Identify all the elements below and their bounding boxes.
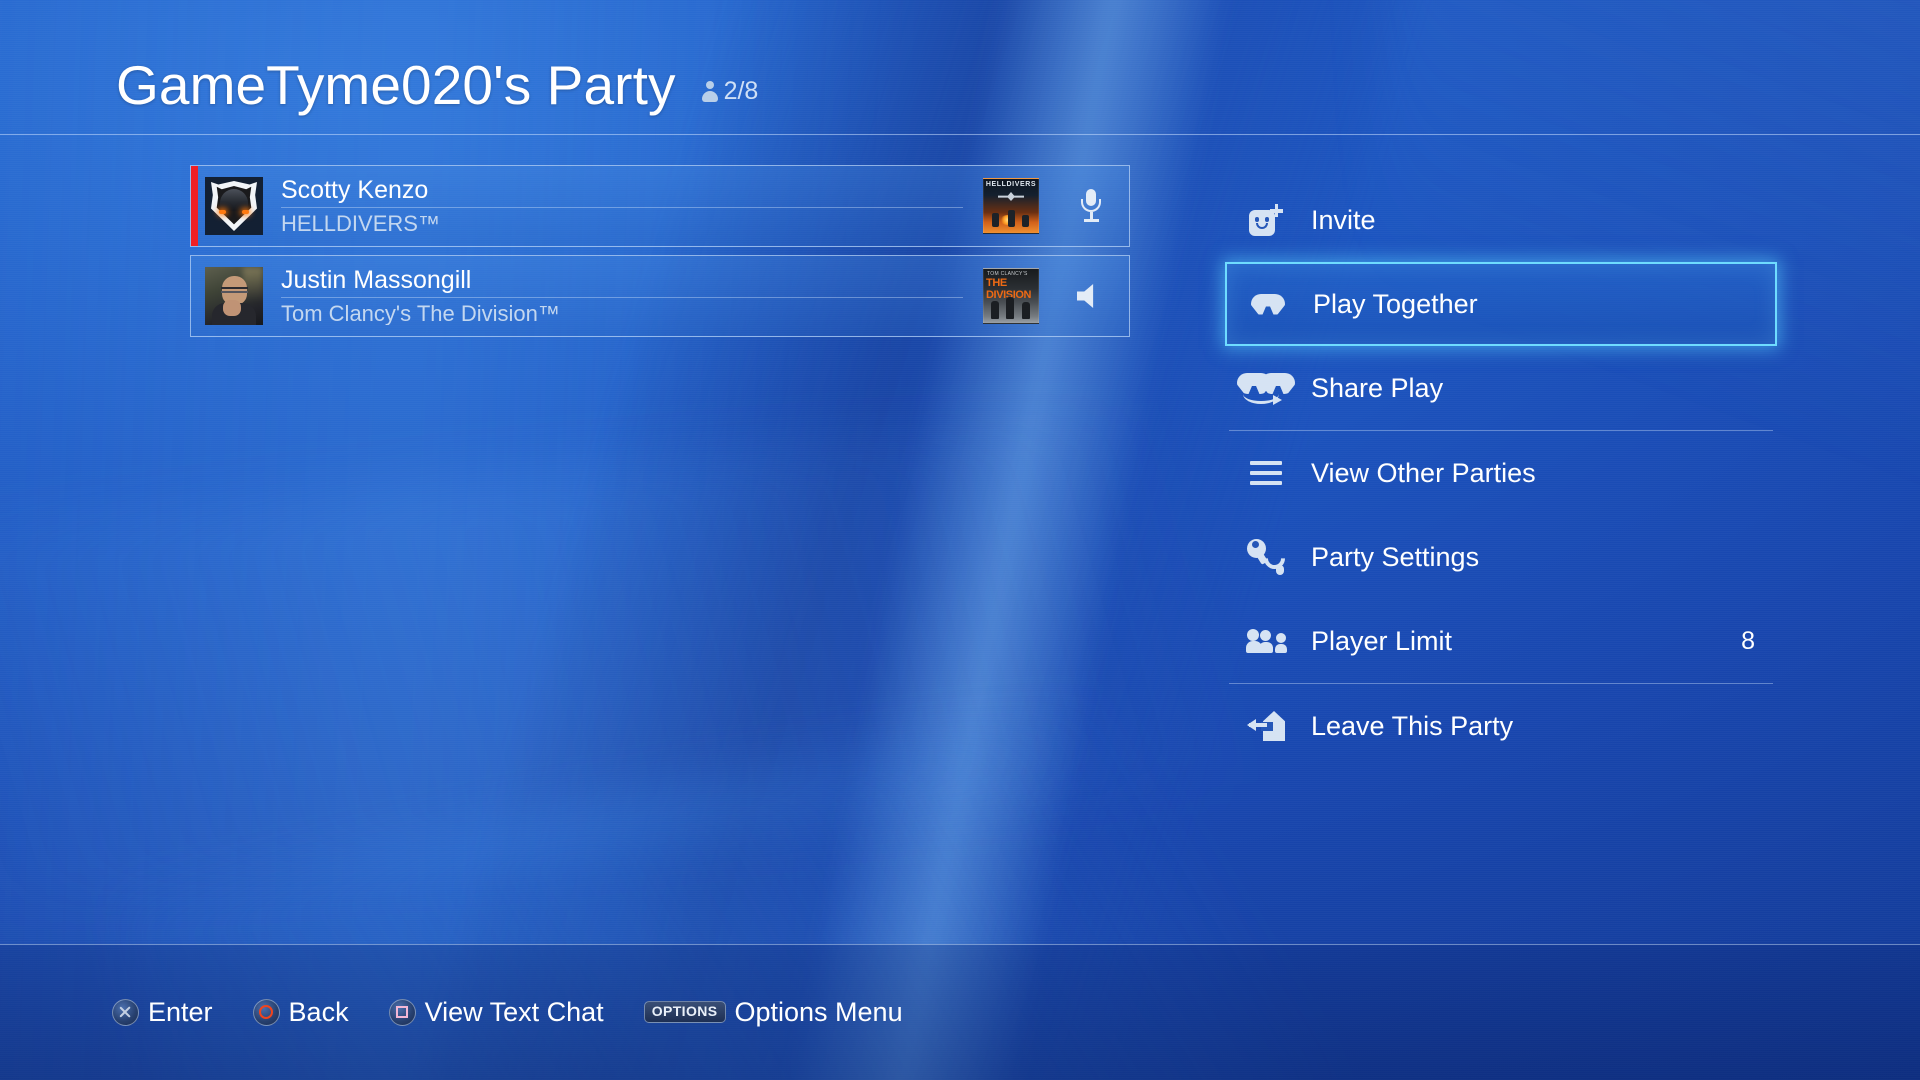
avatar-helmet-dome xyxy=(220,189,248,211)
hint-options-menu[interactable]: OPTIONS Options Menu xyxy=(643,996,903,1028)
member-count-text: 2/8 xyxy=(723,77,759,105)
headset-wrench-icon xyxy=(1235,539,1297,575)
circle-button-icon xyxy=(252,998,280,1026)
user-photo-avatar xyxy=(205,267,263,325)
divider xyxy=(281,207,963,209)
microphone-icon[interactable] xyxy=(1059,189,1123,223)
thumbnail-title: HELLDIVERS xyxy=(985,181,1037,188)
speaker-glyph xyxy=(1077,284,1105,308)
hint-view-text-chat[interactable]: View Text Chat xyxy=(388,996,604,1028)
exit-icon xyxy=(1235,711,1297,741)
menu-item-label: Play Together xyxy=(1313,288,1478,319)
page-header: GameTyme020's Party 2/8 xyxy=(0,0,1920,135)
square-button-icon xyxy=(388,998,416,1026)
menu-item-invite[interactable]: Invite xyxy=(1225,178,1777,262)
share-play-icon xyxy=(1235,371,1297,405)
menu-item-party-settings[interactable]: Party Settings xyxy=(1225,515,1777,599)
party-member-list: Scotty Kenzo HELLDIVERS™ HELLDIVERS Just… xyxy=(190,165,1130,345)
menu-item-play-together[interactable]: Play Together xyxy=(1225,262,1777,346)
speaking-indicator xyxy=(191,166,198,246)
speaker-icon[interactable] xyxy=(1059,284,1123,308)
thumbnail-emblem xyxy=(998,192,1024,201)
thumbnail-figure xyxy=(1022,302,1030,319)
member-info: Scotty Kenzo HELLDIVERS™ xyxy=(281,177,983,235)
hint-label: Options Menu xyxy=(734,996,903,1027)
menu-item-label: Invite xyxy=(1311,204,1376,235)
person-icon xyxy=(702,81,719,102)
avatar-eye-left xyxy=(219,210,226,214)
list-icon xyxy=(1235,461,1297,485)
thumbnail-figure xyxy=(1006,297,1014,319)
avatar-glasses xyxy=(221,287,248,293)
hint-enter[interactable]: Enter xyxy=(112,997,213,1028)
helldivers-helmet-avatar xyxy=(205,177,263,235)
menu-item-label: Share Play xyxy=(1311,372,1444,403)
menu-item-player-limit[interactable]: Player Limit 8 xyxy=(1225,599,1777,683)
member-count-badge: 2/8 xyxy=(702,77,759,106)
menu-item-view-other-parties[interactable]: View Other Parties xyxy=(1225,431,1777,515)
menu-item-label: Party Settings xyxy=(1311,541,1480,572)
hint-back[interactable]: Back xyxy=(252,996,349,1028)
players-icon xyxy=(1235,628,1297,654)
avatar-hand xyxy=(223,300,241,316)
table-row[interactable]: Justin Massongill Tom Clancy's The Divis… xyxy=(190,255,1130,337)
menu-item-label: Player Limit xyxy=(1311,625,1453,656)
party-action-menu: Invite Play Together Share Play View Oth… xyxy=(1225,178,1777,768)
hint-label: View Text Chat xyxy=(424,996,604,1027)
menu-item-label: View Other Parties xyxy=(1311,457,1536,488)
hint-label: Back xyxy=(288,996,349,1027)
cross-button-icon xyxy=(112,998,139,1026)
microphone-glyph xyxy=(1080,189,1102,223)
page-title: GameTyme020's Party xyxy=(116,54,676,116)
menu-item-label: Leave This Party xyxy=(1311,710,1514,741)
member-game-title: HELLDIVERS™ xyxy=(281,212,440,236)
thumbnail-figure xyxy=(1008,210,1015,227)
menu-item-share-play[interactable]: Share Play xyxy=(1225,346,1777,430)
gamepad-icon xyxy=(1237,293,1299,315)
hint-label: Enter xyxy=(148,996,213,1027)
helldivers-game-thumbnail: HELLDIVERS xyxy=(983,178,1039,234)
member-name: Justin Massongill xyxy=(281,266,472,294)
avatar-eye-right xyxy=(242,210,249,214)
divider xyxy=(281,297,963,299)
player-limit-value: 8 xyxy=(1741,626,1755,655)
thumbnail-figure xyxy=(992,213,999,227)
invite-icon xyxy=(1235,204,1297,236)
button-hint-bar: Enter Back View Text Chat OPTIONS Option… xyxy=(0,944,1920,1080)
menu-item-leave-this-party[interactable]: Leave This Party xyxy=(1225,684,1777,768)
member-game-title: Tom Clancy's The Division™ xyxy=(281,302,560,326)
the-division-game-thumbnail: TOM CLANCY'S THE DIVISION xyxy=(983,268,1039,324)
thumbnail-figure xyxy=(991,301,999,319)
member-name: Scotty Kenzo xyxy=(281,176,429,204)
member-info: Justin Massongill Tom Clancy's The Divis… xyxy=(281,267,983,325)
table-row[interactable]: Scotty Kenzo HELLDIVERS™ HELLDIVERS xyxy=(190,165,1130,247)
thumbnail-figure xyxy=(1022,215,1029,227)
options-button-icon: OPTIONS xyxy=(643,1001,726,1023)
